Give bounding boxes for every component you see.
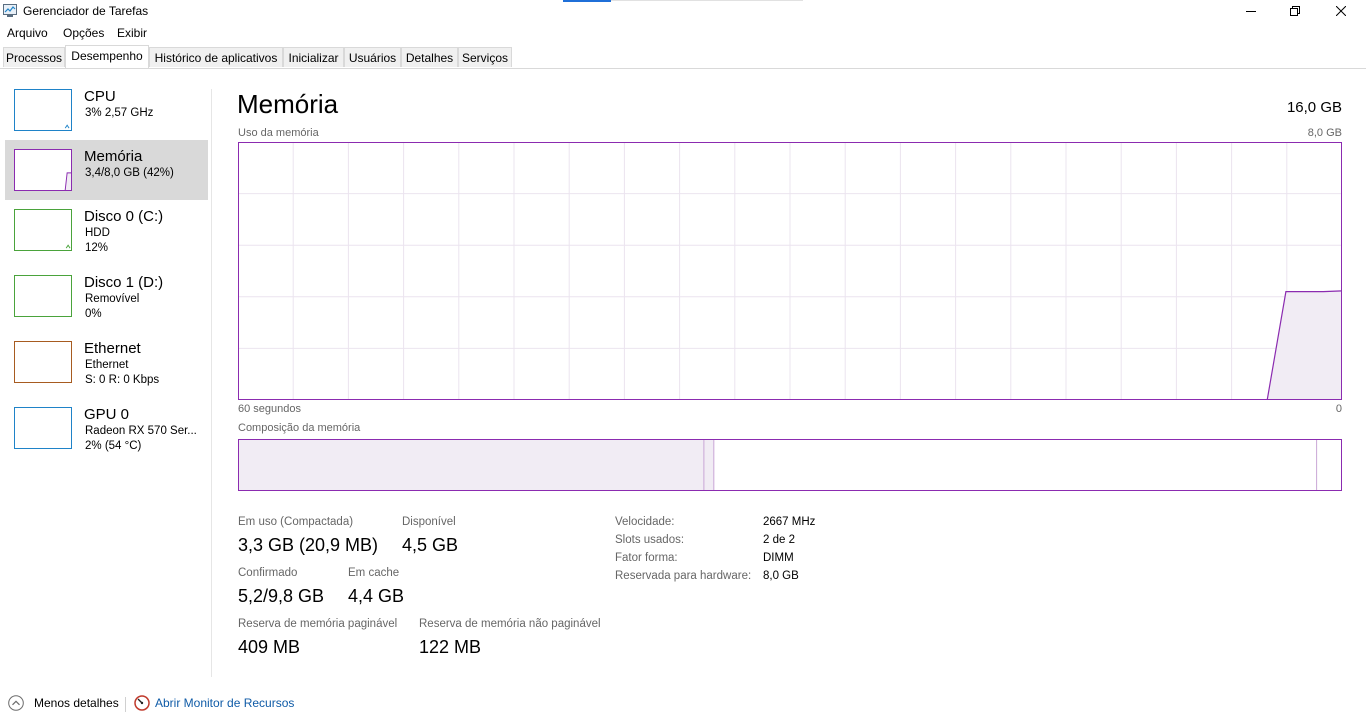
sidebar-item-detail-2: S: 0 R: 0 Kbps bbox=[85, 374, 160, 386]
minimize-icon bbox=[1246, 11, 1256, 12]
available-label: Disponível bbox=[402, 516, 456, 528]
committed-label: Confirmado bbox=[238, 567, 298, 579]
tab-detalhes[interactable]: Detalhes bbox=[401, 47, 458, 67]
sidebar-item-detail: Ethernet bbox=[85, 359, 129, 371]
restore-icon bbox=[1290, 6, 1300, 16]
sidebar-item-label: Disco 1 (D:) bbox=[84, 274, 164, 291]
sidebar-item-label: CPU bbox=[84, 88, 116, 105]
committed-value: 5,2/9,8 GB bbox=[238, 586, 325, 606]
in-use-label: Em uso (Compactada) bbox=[238, 516, 354, 528]
tab-servicos[interactable]: Serviços bbox=[458, 47, 512, 67]
composition-label: Composição da memória bbox=[238, 422, 361, 434]
tab-historico[interactable]: Histórico de aplicativos bbox=[149, 47, 283, 67]
sidebar-divider bbox=[211, 89, 212, 677]
sidebar-item-disk0[interactable]: Disco 0 (C:) HDD 12% bbox=[5, 200, 208, 260]
paged-pool-value: 409 MB bbox=[238, 637, 301, 657]
slots-label: Slots usados: bbox=[615, 534, 685, 546]
resource-monitor-icon[interactable] bbox=[134, 695, 150, 711]
sidebar-item-detail: Radeon RX 570 Ser... bbox=[85, 425, 197, 437]
sidebar-item-memory[interactable]: Memória 3,4/8,0 GB (42%) bbox=[5, 140, 208, 200]
page-title: Memória bbox=[237, 89, 339, 119]
cpu-thumbnail bbox=[14, 89, 72, 131]
graph-grid bbox=[238, 142, 1342, 400]
memory-usage-graph bbox=[238, 142, 1342, 400]
tab-strip: Processos Desempenho Histórico de aplica… bbox=[0, 45, 1366, 69]
memory-thumbnail bbox=[14, 149, 72, 191]
sidebar-item-ethernet[interactable]: Ethernet Ethernet S: 0 R: 0 Kbps bbox=[5, 332, 208, 392]
total-memory: 16,0 GB bbox=[1286, 99, 1342, 116]
cached-label: Em cache bbox=[348, 567, 400, 579]
window-title: Gerenciador de Tarefas bbox=[23, 4, 149, 18]
usage-graph-max: 8,0 GB bbox=[1307, 127, 1342, 139]
graph-time-right: 0 bbox=[1335, 403, 1342, 415]
disk1-thumbnail bbox=[14, 275, 72, 317]
open-resource-monitor-link[interactable]: Abrir Monitor de Recursos bbox=[155, 696, 294, 710]
sidebar-item-detail: Removível bbox=[85, 293, 140, 305]
sidebar-item-cpu[interactable]: CPU 3% 2,57 GHz bbox=[5, 80, 208, 140]
in-use-value: 3,3 GB (20,9 MB) bbox=[238, 535, 379, 555]
sidebar-item-gpu[interactable]: GPU 0 Radeon RX 570 Ser... 2% (54 °C) bbox=[5, 398, 208, 458]
close-icon bbox=[1336, 6, 1346, 16]
hardware-reserved-value: 8,0 GB bbox=[763, 570, 799, 582]
sidebar-item-label: Disco 0 (C:) bbox=[84, 208, 164, 225]
disk0-thumbnail bbox=[14, 209, 72, 251]
menu-arquivo[interactable]: Arquivo bbox=[7, 26, 48, 40]
sidebar-item-detail-2: 12% bbox=[85, 242, 109, 254]
tab-inicializar[interactable]: Inicializar bbox=[283, 47, 344, 67]
nonpaged-pool-label: Reserva de memória não paginável bbox=[419, 618, 601, 630]
title-bar: Gerenciador de Tarefas bbox=[0, 0, 1366, 22]
gpu-thumbnail bbox=[14, 407, 72, 449]
tab-usuarios[interactable]: Usuários bbox=[344, 47, 401, 67]
ethernet-thumbnail bbox=[14, 341, 72, 383]
memory-composition-bar bbox=[238, 439, 1342, 491]
menu-opcoes[interactable]: Opções bbox=[63, 26, 104, 40]
sidebar-item-detail: 3,4/8,0 GB (42%) bbox=[85, 167, 174, 179]
sidebar-item-detail: HDD bbox=[85, 227, 110, 239]
restore-button[interactable] bbox=[1272, 0, 1318, 22]
composition-modified bbox=[703, 439, 714, 491]
sidebar-item-label: Memória bbox=[84, 148, 143, 165]
composition-in-use bbox=[238, 439, 704, 491]
close-button[interactable] bbox=[1318, 0, 1364, 22]
form-factor-label: Fator forma: bbox=[615, 552, 678, 564]
footer: Menos detalhes Abrir Monitor de Recursos bbox=[0, 690, 1366, 718]
form-factor-value: DIMM bbox=[763, 552, 794, 564]
fewer-details-button[interactable]: Menos detalhes bbox=[34, 696, 119, 710]
slots-value: 2 de 2 bbox=[763, 534, 795, 546]
sidebar-item-disk1[interactable]: Disco 1 (D:) Removível 0% bbox=[5, 266, 208, 326]
sidebar-item-detail: 3% 2,57 GHz bbox=[85, 107, 154, 119]
sidebar-item-label: GPU 0 bbox=[84, 406, 130, 423]
titlebar-accent-line bbox=[611, 0, 803, 1]
usage-graph-label: Uso da memória bbox=[238, 127, 319, 139]
graph-time-left: 60 segundos bbox=[238, 403, 301, 415]
paged-pool-label: Reserva de memória paginável bbox=[238, 618, 398, 630]
hardware-reserved-label: Reservada para hardware: bbox=[615, 570, 752, 582]
sidebar-item-detail-2: 2% (54 °C) bbox=[85, 440, 142, 452]
speed-label: Velocidade: bbox=[615, 516, 675, 528]
tab-processos[interactable]: Processos bbox=[3, 47, 65, 67]
titlebar-accent bbox=[563, 0, 611, 2]
available-value: 4,5 GB bbox=[402, 535, 459, 555]
menu-exibir[interactable]: Exibir bbox=[117, 26, 147, 40]
chevron-up-circle-icon[interactable] bbox=[8, 695, 24, 711]
sidebar-item-label: Ethernet bbox=[84, 340, 141, 357]
tab-desempenho[interactable]: Desempenho bbox=[65, 45, 149, 68]
minimize-button[interactable] bbox=[1228, 0, 1274, 22]
speed-value: 2667 MHz bbox=[763, 516, 816, 528]
cached-value: 4,4 GB bbox=[348, 586, 405, 606]
task-manager-icon bbox=[3, 4, 17, 17]
footer-separator bbox=[125, 697, 126, 712]
sidebar-item-detail-2: 0% bbox=[85, 308, 102, 320]
nonpaged-pool-value: 122 MB bbox=[419, 637, 482, 657]
